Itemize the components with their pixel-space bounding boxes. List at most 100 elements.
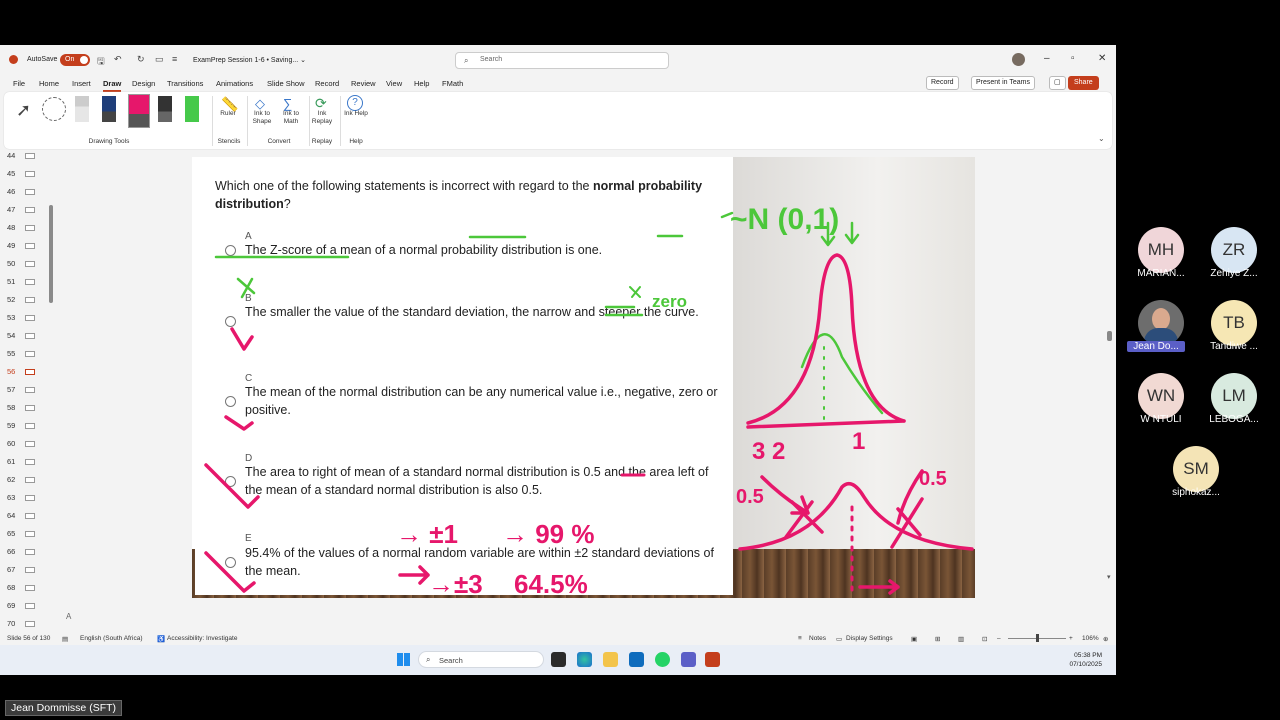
teams-icon[interactable] (681, 652, 696, 667)
comments-icon[interactable]: ▢ (1049, 76, 1066, 90)
zoom-level[interactable]: 106% (1082, 635, 1099, 642)
file-explorer-icon[interactable] (603, 652, 618, 667)
slide-thumbnail-preview[interactable] (25, 423, 35, 429)
collapse-ribbon-icon[interactable]: ⌄ (1098, 134, 1105, 143)
pen-pink-icon[interactable] (128, 94, 150, 128)
slide-thumbnail-preview[interactable] (25, 261, 35, 267)
record-button[interactable]: Record (926, 76, 959, 90)
tab-design[interactable]: Design (132, 79, 155, 88)
zoom-out-icon[interactable]: – (997, 635, 1001, 642)
normal-view-icon[interactable]: ▣ (911, 635, 917, 643)
select-arrow-icon[interactable]: ➚ (16, 100, 31, 121)
slide-canvas[interactable]: Which one of the following statements is… (192, 157, 975, 598)
autosave-toggle[interactable]: On (60, 54, 90, 66)
display-settings-button[interactable]: Display Settings (846, 635, 893, 642)
tab-home[interactable]: Home (39, 79, 59, 88)
participant-avatar-zr[interactable]: ZR (1211, 227, 1257, 273)
tab-insert[interactable]: Insert (72, 79, 91, 88)
slide-thumbnail-preview[interactable] (25, 207, 35, 213)
slide-thumbnail-preview[interactable] (25, 513, 35, 519)
participant-avatar-tb[interactable]: TB (1211, 300, 1257, 346)
ink-to-shape-button[interactable]: Ink to Shape (250, 110, 274, 126)
ink-help-button[interactable]: Ink Help (344, 110, 368, 118)
task-view-icon[interactable] (551, 652, 566, 667)
language[interactable]: English (South Africa) (80, 635, 143, 642)
reading-view-icon[interactable]: ▥ (958, 635, 964, 643)
account-avatar[interactable] (1012, 53, 1025, 66)
slide-thumbnail-preview[interactable] (25, 405, 35, 411)
slide-sorter-icon[interactable]: ⊞ (935, 635, 940, 643)
customize-toolbar-icon[interactable]: ≡ (172, 54, 177, 64)
slide-thumbnail-preview[interactable] (25, 333, 35, 339)
minimize-icon[interactable]: – (1044, 53, 1050, 64)
taskbar-search[interactable]: ⌕ Search (418, 651, 544, 668)
participant-avatar-jean[interactable] (1138, 300, 1184, 346)
slide-thumbnail-preview[interactable] (25, 171, 35, 177)
highlighter-green-icon[interactable] (185, 96, 199, 122)
ink-to-math-icon[interactable]: ∑ (283, 96, 292, 111)
slide-thumbnail-preview[interactable] (25, 153, 35, 159)
slide-thumbnail-preview[interactable] (25, 621, 35, 627)
slide-thumbnail-preview[interactable] (25, 243, 35, 249)
slide-thumbnail-preview[interactable] (25, 549, 35, 555)
pen-blue-icon[interactable] (102, 96, 116, 122)
powerpoint-taskbar-icon[interactable] (705, 652, 720, 667)
slide-thumbnail-preview[interactable] (25, 603, 35, 609)
tab-draw[interactable]: Draw (103, 79, 122, 92)
lasso-select-icon[interactable] (42, 97, 66, 121)
zoom-in-icon[interactable]: + (1069, 635, 1073, 642)
participant-avatar-mh[interactable]: MH (1138, 227, 1184, 273)
speaker-notes[interactable]: A (56, 611, 1116, 625)
fit-to-window-icon[interactable]: ⊕ (1103, 635, 1108, 643)
slideshow-view-icon[interactable]: ⊡ (982, 635, 987, 643)
tab-fmath[interactable]: FMath (442, 79, 463, 88)
present-in-teams-button[interactable]: Present in Teams (971, 76, 1035, 90)
document-title[interactable]: ExamPrep Session 1-6 • Saving... ⌄ (193, 56, 306, 64)
ink-replay-button[interactable]: Ink Replay (310, 110, 334, 126)
pen-black-icon[interactable] (158, 96, 172, 122)
system-clock[interactable]: 05:38 PM 07/10/2025 (1062, 651, 1102, 669)
redo-icon[interactable]: ↻ (137, 54, 145, 65)
present-from-start-icon[interactable]: ▭ (155, 54, 164, 65)
tab-transitions[interactable]: Transitions (167, 79, 203, 88)
slide-thumbnail-preview[interactable] (25, 585, 35, 591)
slide-thumbnail-preview[interactable] (25, 531, 35, 537)
slide-thumbnail-preview[interactable] (25, 441, 35, 447)
slide-thumbnail-preview[interactable] (25, 189, 35, 195)
windows-start-icon[interactable] (397, 653, 410, 666)
tab-review[interactable]: Review (351, 79, 376, 88)
spellcheck-icon[interactable]: ▤ (62, 635, 68, 643)
save-icon[interactable]: 🖫 (97, 54, 105, 70)
participant-avatar-wn[interactable]: WN (1138, 373, 1184, 419)
outlook-icon[interactable] (629, 652, 644, 667)
zoom-slider-thumb[interactable] (1036, 634, 1039, 642)
slide-thumbnail-preview[interactable] (25, 477, 35, 483)
participant-avatar-lm[interactable]: LM (1211, 373, 1257, 419)
slide-thumbnail-preview[interactable] (25, 387, 35, 393)
title-search-box[interactable]: ⌕ Search (455, 52, 669, 69)
ink-help-icon[interactable]: ? (347, 95, 363, 111)
undo-icon[interactable]: ↶ (114, 54, 122, 65)
accessibility-status[interactable]: Accessibility: Investigate (167, 635, 237, 642)
tab-animations[interactable]: Animations (216, 79, 253, 88)
participant-avatar-sm[interactable]: SM (1173, 446, 1219, 492)
ruler-button[interactable]: Ruler (215, 110, 241, 118)
whatsapp-icon[interactable] (655, 652, 670, 667)
tab-record[interactable]: Record (315, 79, 339, 88)
tab-slide-show[interactable]: Slide Show (267, 79, 305, 88)
slide-scrollbar[interactable] (1107, 331, 1112, 341)
scroll-down-icon[interactable]: ▾ (1107, 573, 1111, 581)
edge-icon[interactable] (577, 652, 592, 667)
slide-thumbnail-preview[interactable] (25, 567, 35, 573)
thumbnail-scrollbar[interactable] (49, 205, 53, 303)
eraser-icon[interactable] (75, 96, 89, 122)
share-button[interactable]: Share (1068, 76, 1099, 90)
close-icon[interactable]: ✕ (1098, 53, 1106, 64)
maximize-icon[interactable]: ▫ (1071, 53, 1075, 64)
tab-view[interactable]: View (386, 79, 402, 88)
slide-thumbnail-preview[interactable] (25, 225, 35, 231)
tab-file[interactable]: File (13, 79, 25, 88)
slide-thumbnail-preview[interactable] (25, 279, 35, 285)
ink-to-math-button[interactable]: Ink to Math (278, 110, 304, 126)
slide-thumbnail-preview[interactable] (25, 369, 35, 375)
